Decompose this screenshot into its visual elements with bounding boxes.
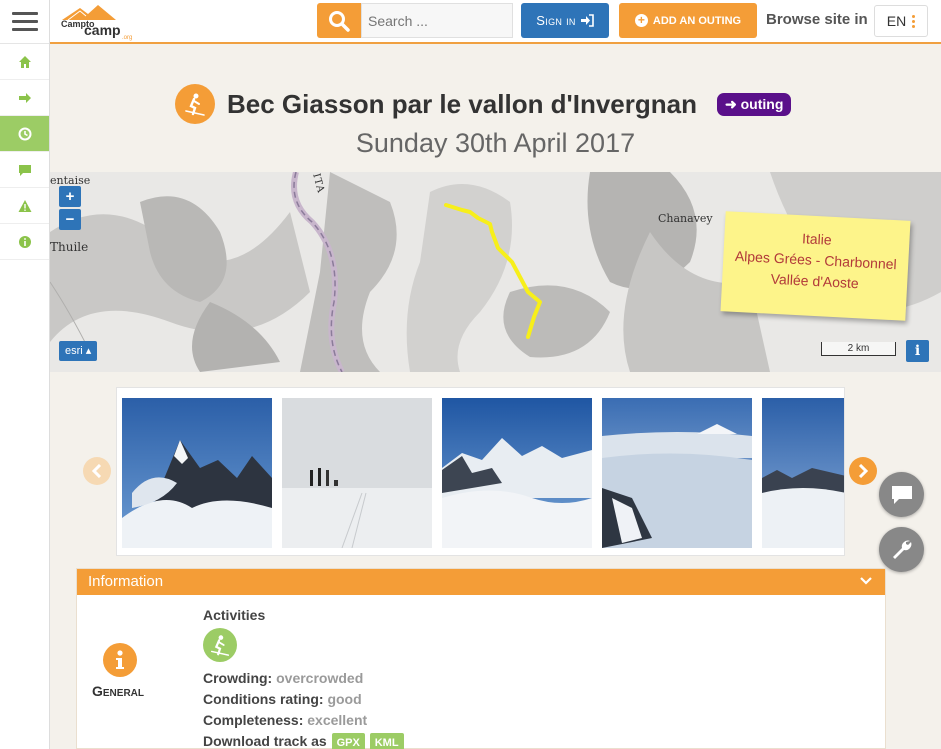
information-title: Information — [88, 573, 164, 590]
conditions-label: Conditions rating: — [203, 691, 324, 707]
info-icon — [18, 235, 31, 248]
arrow-right-icon — [18, 92, 31, 103]
sidebar-item-routes[interactable] — [0, 80, 49, 116]
logo-mountain-icon: Campto camp .org — [61, 5, 132, 41]
photo-gallery — [116, 387, 845, 556]
zoom-in-button[interactable]: + — [59, 186, 81, 207]
outing-date: Sunday 30th April 2017 — [355, 128, 636, 158]
crowding-label: Crowding: — [203, 670, 273, 686]
chevron-down-icon[interactable] — [859, 575, 873, 587]
svg-text:camp: camp — [84, 22, 121, 38]
top-header: Campto camp .org Sign in + ADD AN OUTING… — [50, 0, 941, 44]
gallery-photo[interactable] — [122, 398, 272, 548]
conditions-row: Conditions rating: good — [203, 689, 404, 710]
badge-label: outing — [740, 95, 784, 112]
gallery-photo[interactable] — [282, 398, 432, 548]
activities-label: Activities — [203, 607, 266, 623]
add-outing-button[interactable]: + ADD AN OUTING — [619, 3, 757, 38]
map-label-chanavey: Chanavey — [658, 212, 713, 225]
search-button[interactable] — [317, 3, 361, 38]
download-row: Download track as GPX KML — [203, 731, 404, 749]
gallery-photo[interactable] — [762, 398, 844, 548]
sidebar-item-info[interactable] — [0, 224, 49, 260]
map-label-thuile: Thuile — [50, 240, 89, 254]
site-logo[interactable]: Campto camp .org — [58, 2, 138, 42]
comment-icon — [891, 485, 912, 504]
gallery-photo[interactable] — [442, 398, 592, 548]
outing-map[interactable]: entaise Thuile ITA Chanavey + − Italie A… — [50, 172, 941, 372]
download-label: Download track as — [203, 733, 327, 749]
location-note: Italie Alpes Grées - Charbonnel Vallée d… — [720, 211, 911, 321]
sign-in-label: Sign in — [536, 13, 576, 28]
sign-in-button[interactable]: Sign in — [521, 3, 609, 38]
search-input[interactable] — [361, 3, 513, 38]
sidebar-item-home[interactable] — [0, 44, 49, 80]
hamburger-line — [11, 20, 38, 23]
plus-icon: + — [634, 14, 648, 27]
comment-icon — [18, 164, 31, 176]
sidebar — [0, 0, 50, 749]
page-title: Bec Giasson par le vallon d'Invergnan — [227, 88, 697, 119]
chevron-left-icon — [91, 464, 102, 478]
completeness-value: excellent — [307, 712, 368, 728]
download-gpx-button[interactable]: GPX — [331, 733, 365, 749]
photo-clouds-peaks — [762, 398, 844, 548]
basemap-switcher[interactable]: esri ▴ — [59, 341, 98, 361]
menu-toggle-button[interactable] — [0, 0, 49, 44]
zoom-controls: + − — [59, 186, 81, 232]
hamburger-line — [11, 28, 38, 31]
crowding-row: Crowding: overcrowded — [203, 668, 404, 689]
more-vertical-icon — [912, 14, 916, 28]
general-section-label: General — [92, 683, 145, 699]
photo-mountain-cloud-1 — [122, 398, 272, 548]
photo-whiteout-skiers — [282, 398, 432, 548]
chevron-right-icon — [858, 464, 869, 478]
language-value: EN — [886, 13, 907, 29]
gallery-next-button[interactable] — [849, 457, 877, 485]
sidebar-item-incidents[interactable] — [0, 188, 49, 224]
photo-sea-of-clouds — [442, 398, 592, 548]
sign-in-icon — [580, 14, 594, 27]
general-info-icon — [103, 643, 137, 677]
completeness-row: Completeness: excellent — [203, 710, 404, 731]
browse-site-label: Browse site in — [766, 11, 868, 28]
tools-button[interactable] — [879, 527, 924, 572]
map-info-button[interactable]: i — [906, 340, 929, 362]
photo-summit-view — [602, 398, 752, 548]
completeness-label: Completeness: — [203, 712, 304, 728]
search-icon — [329, 10, 350, 32]
skitouring-icon[interactable] — [203, 628, 237, 662]
comments-button[interactable] — [879, 472, 924, 517]
crowding-value: overcrowded — [276, 670, 364, 686]
gallery-prev-button[interactable] — [83, 457, 111, 485]
home-icon — [18, 55, 31, 68]
zoom-out-button[interactable]: − — [59, 209, 81, 230]
warning-icon — [18, 199, 31, 212]
information-header[interactable]: Information — [77, 569, 885, 595]
title-row: Bec Giasson par le vallon d'Invergnan ➜ … — [175, 84, 792, 124]
language-select[interactable]: EN — [874, 5, 928, 37]
skitouring-icon — [175, 84, 215, 124]
hamburger-line — [11, 12, 38, 15]
gallery-photo[interactable] — [602, 398, 752, 548]
download-kml-button[interactable]: KML — [369, 733, 404, 749]
basemap-label: esri — [65, 345, 83, 357]
wrench-icon — [892, 540, 911, 559]
svg-text:.org: .org — [122, 35, 132, 41]
add-outing-label: ADD AN OUTING — [652, 14, 742, 27]
outing-badge: ➜ outing — [717, 92, 792, 116]
information-panel: Information General Activities Crowding:… — [76, 568, 886, 749]
conditions-value: good — [327, 691, 362, 707]
general-fields: Activities Crowding: overcrowded Conditi… — [203, 605, 404, 749]
map-scale: 2 km — [821, 342, 896, 356]
